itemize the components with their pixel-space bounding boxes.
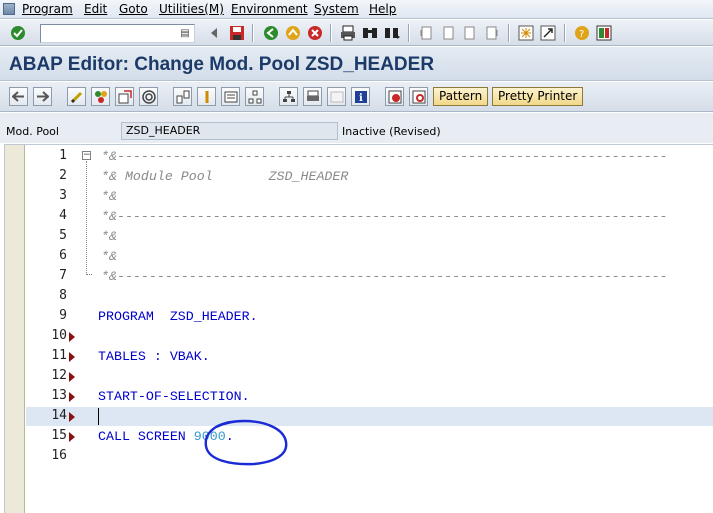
command-field[interactable] <box>40 24 195 43</box>
mod-pool-label: Mod. Pool <box>6 125 59 138</box>
menu-utilities[interactable]: Utilities(M) <box>159 2 224 16</box>
line-marker-icon[interactable] <box>69 352 75 362</box>
application-toolbar: i Pattern Pretty Printer <box>0 82 713 112</box>
call-screen-keyword: CALL SCREEN <box>98 429 194 444</box>
layout-icon[interactable] <box>595 24 613 42</box>
line-number: 15 <box>51 428 67 443</box>
menu-edit[interactable]: Edit <box>84 2 107 16</box>
line-marker-icon[interactable] <box>69 432 75 442</box>
empty-slot-icon[interactable] <box>327 87 346 106</box>
collapse-arrow-icon[interactable] <box>205 24 223 42</box>
title-bar: ABAP Editor: Change Mod. Pool ZSD_HEADER <box>0 47 713 81</box>
navigation-window-icon[interactable] <box>245 87 264 106</box>
annotation-circle <box>204 419 288 466</box>
find-icon[interactable] <box>361 24 379 42</box>
line-number: 10 <box>51 328 67 343</box>
previous-page-icon[interactable] <box>439 24 457 42</box>
print-source-icon[interactable] <box>303 87 322 106</box>
code-line: *& <box>101 249 117 264</box>
breakpoint-icon[interactable] <box>385 87 404 106</box>
fold-collapse-icon[interactable]: − <box>82 151 91 160</box>
line-number: 16 <box>51 448 67 463</box>
line-number: 9 <box>59 308 67 323</box>
line-number: 7 <box>59 268 67 283</box>
svg-text:?: ? <box>579 29 584 40</box>
line-number: 1 <box>59 148 67 163</box>
system-menu-icon[interactable] <box>3 3 15 15</box>
page-title: ABAP Editor: Change Mod. Pool ZSD_HEADER <box>9 54 435 75</box>
code-editor[interactable]: − 1 *&-----------------------------------… <box>4 144 713 513</box>
line-number: 3 <box>59 188 67 203</box>
previous-object-icon[interactable] <box>9 87 28 106</box>
menu-help[interactable]: Help <box>369 2 396 16</box>
command-history-icon[interactable]: ▤ <box>178 26 192 40</box>
next-page-icon[interactable] <box>461 24 479 42</box>
fold-bracket <box>86 161 92 275</box>
code-line: PROGRAM ZSD_HEADER. <box>98 309 258 324</box>
menu-environment[interactable]: Environment <box>231 2 308 16</box>
enter-icon[interactable] <box>9 24 27 42</box>
line-number: 14 <box>51 408 67 423</box>
display-object-list-icon[interactable] <box>221 87 240 106</box>
insert-statement-icon[interactable] <box>197 87 216 106</box>
line-number: 5 <box>59 228 67 243</box>
code-line: TABLES : VBAK. <box>98 349 210 364</box>
other-object-icon[interactable] <box>115 87 134 106</box>
code-line: *& <box>101 229 117 244</box>
menu-system[interactable]: System <box>314 2 359 16</box>
save-icon[interactable] <box>228 24 246 42</box>
standard-toolbar: ▤ ? <box>0 20 713 46</box>
first-page-icon[interactable] <box>417 24 435 42</box>
activate-icon[interactable] <box>139 87 158 106</box>
active-inactive-icon[interactable] <box>91 87 110 106</box>
info-icon[interactable]: i <box>351 87 370 106</box>
code-line: *&--------------------------------------… <box>101 269 668 284</box>
code-line: START-OF-SELECTION. <box>98 389 250 404</box>
menu-goto[interactable]: Goto <box>119 2 148 16</box>
display-change-icon[interactable] <box>67 87 86 106</box>
editor-gutter <box>5 145 25 513</box>
line-number: 8 <box>59 288 67 303</box>
program-status: Inactive (Revised) <box>342 125 441 138</box>
create-session-icon[interactable] <box>517 24 535 42</box>
hierarchy-icon[interactable] <box>279 87 298 106</box>
help-icon[interactable]: ? <box>573 24 591 42</box>
pattern-button[interactable]: Pattern <box>433 87 489 106</box>
text-cursor <box>98 408 99 425</box>
line-number: 4 <box>59 208 67 223</box>
code-line: *&--------------------------------------… <box>101 149 668 164</box>
find-next-icon[interactable] <box>383 24 401 42</box>
last-page-icon[interactable] <box>483 24 501 42</box>
watchpoint-icon[interactable] <box>409 87 428 106</box>
shortcut-icon[interactable] <box>539 24 557 42</box>
next-object-icon[interactable] <box>33 87 52 106</box>
header-row: Mod. Pool ZSD_HEADER Inactive (Revised) <box>0 113 713 143</box>
mod-pool-field: ZSD_HEADER <box>121 122 338 140</box>
back-icon[interactable] <box>262 24 280 42</box>
menu-program[interactable]: Program <box>22 2 73 16</box>
print-icon[interactable] <box>339 24 357 42</box>
menu-bar: Program Edit Goto Utilities(M) Environme… <box>0 0 713 19</box>
line-number: 11 <box>51 348 67 363</box>
line-marker-icon[interactable] <box>69 392 75 402</box>
line-marker-icon[interactable] <box>69 332 75 342</box>
line-number: 2 <box>59 168 67 183</box>
code-line: *& <box>101 189 117 204</box>
where-used-icon[interactable] <box>173 87 192 106</box>
svg-text:i: i <box>359 93 363 104</box>
code-line: *& Module Pool ZSD_HEADER <box>101 169 349 184</box>
line-marker-icon[interactable] <box>69 372 75 382</box>
pretty-printer-button[interactable]: Pretty Printer <box>492 87 584 106</box>
code-line: *&--------------------------------------… <box>101 209 668 224</box>
line-number: 13 <box>51 388 67 403</box>
line-marker-icon[interactable] <box>69 412 75 422</box>
exit-icon[interactable] <box>284 24 302 42</box>
current-line-highlight <box>26 407 713 426</box>
cancel-icon[interactable] <box>306 24 324 42</box>
line-number: 12 <box>51 368 67 383</box>
line-number: 6 <box>59 248 67 263</box>
